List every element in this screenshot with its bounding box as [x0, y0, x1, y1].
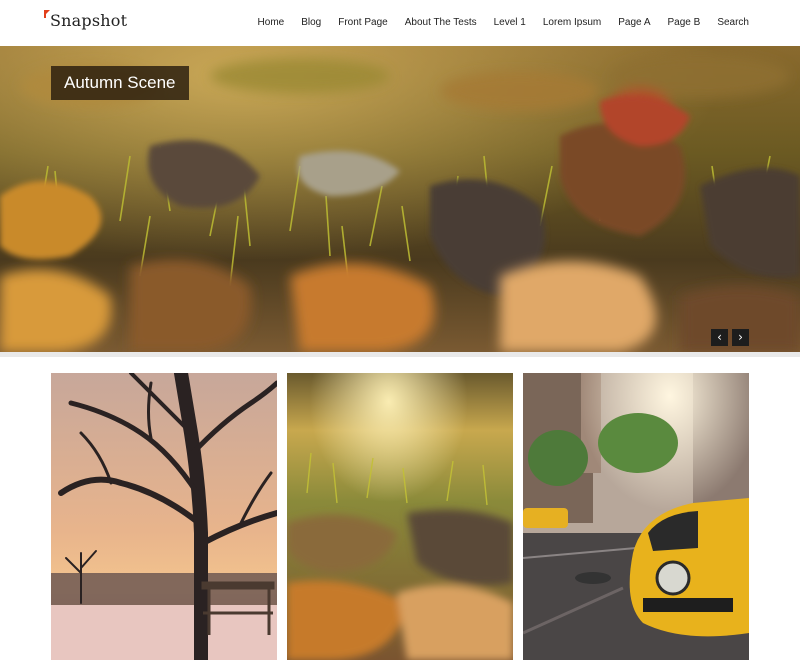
site-header: Snapshot Home Blog Front Page About The …: [0, 0, 800, 46]
nav-item-blog[interactable]: Blog: [301, 16, 321, 30]
nav-item-page-a[interactable]: Page A: [618, 16, 650, 30]
autumn-leaves-photo: [287, 373, 513, 660]
bare-tree-photo: [51, 373, 277, 660]
gallery-tile-leaves[interactable]: [287, 373, 513, 660]
site-title[interactable]: Snapshot: [50, 11, 127, 30]
chevron-left-icon[interactable]: ‹: [711, 329, 728, 346]
slider-controls: ‹ ›: [711, 329, 749, 346]
city-taxi-photo: [523, 373, 749, 660]
nav-item-search[interactable]: Search: [717, 16, 749, 30]
gallery-tile-tree[interactable]: [51, 373, 277, 660]
main-nav: Home Blog Front Page About The Tests Lev…: [241, 16, 749, 30]
nav-item-about-the-tests[interactable]: About The Tests: [405, 16, 477, 30]
hero-slider[interactable]: Autumn Scene ‹ ›: [0, 46, 800, 352]
nav-item-front-page[interactable]: Front Page: [338, 16, 387, 30]
gallery-tile-taxi[interactable]: [523, 373, 749, 660]
section-divider: [0, 352, 800, 357]
nav-item-level-1[interactable]: Level 1: [494, 16, 526, 30]
chevron-right-icon[interactable]: ›: [732, 329, 749, 346]
nav-item-home[interactable]: Home: [258, 16, 285, 30]
nav-item-lorem-ipsum[interactable]: Lorem Ipsum: [543, 16, 601, 30]
nav-item-page-b[interactable]: Page B: [668, 16, 701, 30]
slide-caption[interactable]: Autumn Scene: [51, 66, 189, 100]
